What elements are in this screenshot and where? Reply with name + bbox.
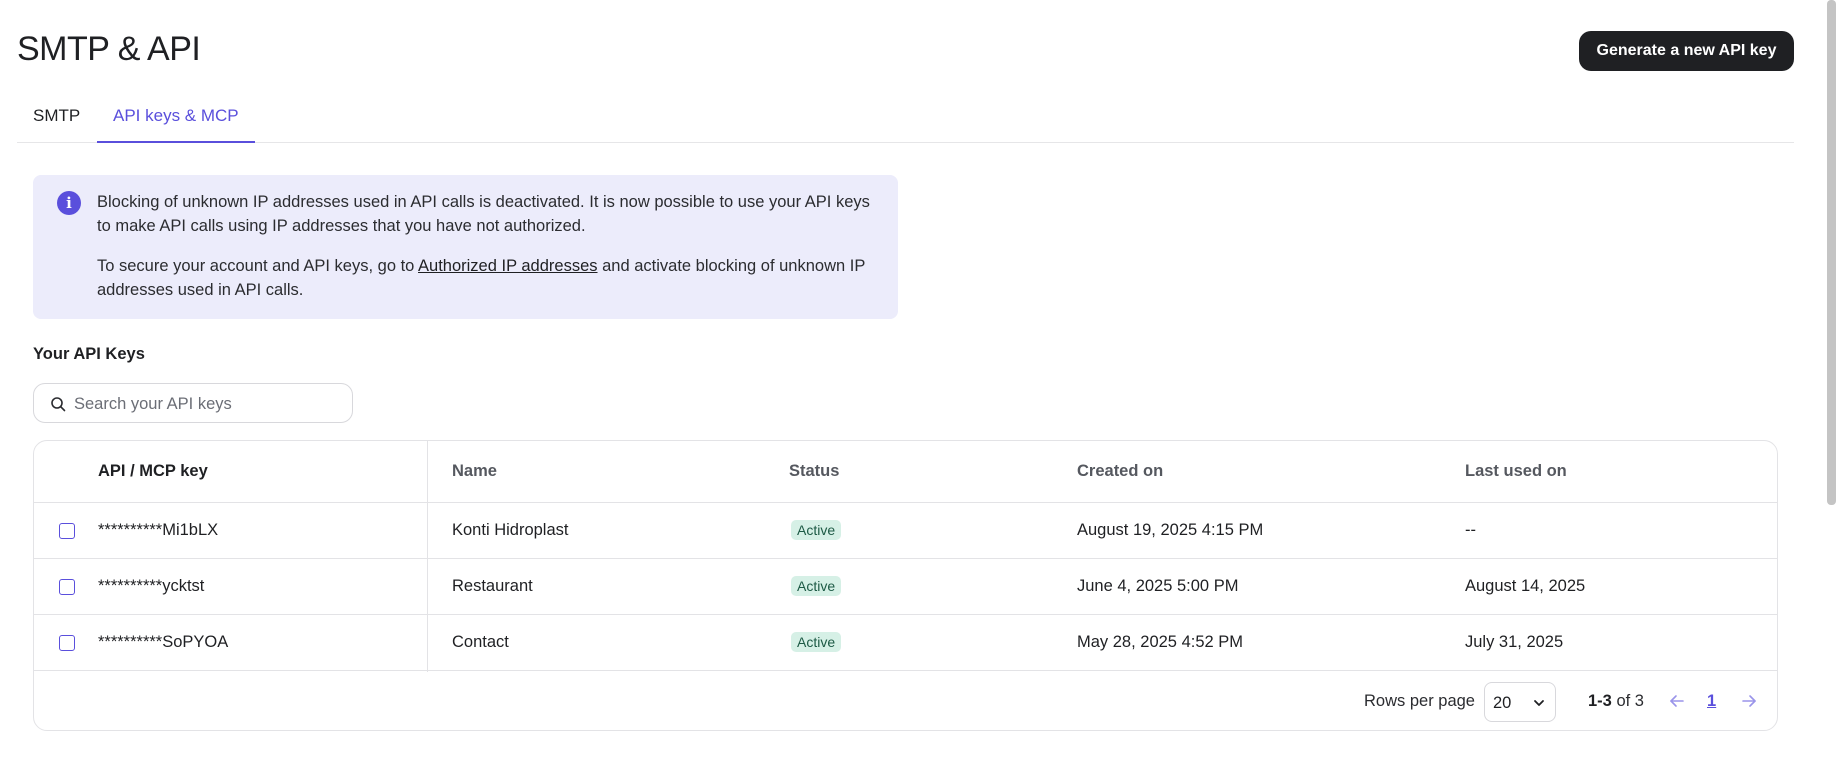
last-used-on: August 14, 2025: [1465, 577, 1586, 595]
page-number-current[interactable]: 1: [1707, 692, 1716, 711]
key-name: Konti Hidroplast: [452, 521, 569, 539]
arrow-left-icon[interactable]: [1668, 692, 1686, 710]
notice-action-text: To secure your account and API keys, go …: [97, 254, 887, 302]
tab-bar: SMTP API keys & MCP: [17, 94, 1794, 143]
row-checkbox[interactable]: [59, 579, 75, 595]
page-title: SMTP & API: [17, 30, 201, 68]
arrow-right-icon[interactable]: [1740, 692, 1758, 710]
chevron-down-icon: [1534, 700, 1544, 706]
column-header-key[interactable]: API / MCP key: [98, 462, 208, 481]
created-on: May 28, 2025 4:52 PM: [1077, 633, 1244, 651]
search-input[interactable]: [74, 390, 344, 418]
ip-blocking-notice: i Blocking of unknown IP addresses used …: [33, 175, 898, 319]
pagination: Rows per page 20 1-3 of 3 1: [34, 672, 1777, 730]
table-header: API / MCP key Name Status Created on Las…: [34, 441, 1777, 503]
search-icon: [51, 397, 66, 412]
last-used-on: July 31, 2025: [1465, 633, 1564, 651]
tab-smtp[interactable]: SMTP: [17, 106, 96, 143]
table-row[interactable]: **********Mi1bLX Konti Hidroplast Active…: [34, 503, 1777, 559]
api-key-value: **********ycktst: [98, 577, 205, 595]
page-range-value: 1-3: [1588, 692, 1612, 710]
last-used-on: --: [1465, 521, 1476, 539]
rows-per-page-label: Rows per page: [1364, 692, 1475, 710]
generate-api-key-button[interactable]: Generate a new API key: [1579, 31, 1794, 71]
info-icon: i: [57, 191, 81, 215]
authorized-ip-link[interactable]: Authorized IP addresses: [418, 257, 597, 275]
row-checkbox[interactable]: [59, 635, 75, 651]
column-header-created[interactable]: Created on: [1077, 462, 1163, 481]
rows-per-page-select[interactable]: 20: [1484, 682, 1556, 722]
column-header-status[interactable]: Status: [789, 462, 839, 481]
rows-per-page-value: 20: [1493, 694, 1512, 712]
table-row[interactable]: **********ycktst Restaurant Active June …: [34, 559, 1777, 615]
column-header-name[interactable]: Name: [452, 462, 497, 481]
notice-text: Blocking of unknown IP addresses used in…: [97, 193, 870, 235]
page-total: of 3: [1616, 692, 1644, 710]
table-row[interactable]: **********SoPYOA Contact Active May 28, …: [34, 615, 1777, 671]
status-badge: Active: [791, 520, 842, 540]
search-box: [33, 383, 353, 423]
key-name: Contact: [452, 633, 509, 651]
status-badge: Active: [791, 632, 842, 652]
page-scrollbar[interactable]: [1827, 0, 1836, 505]
api-key-value: **********Mi1bLX: [98, 521, 219, 539]
created-on: June 4, 2025 5:00 PM: [1077, 577, 1239, 595]
notice-text-before: To secure your account and API keys, go …: [97, 257, 419, 275]
created-on: August 19, 2025 4:15 PM: [1077, 521, 1264, 539]
api-keys-table: API / MCP key Name Status Created on Las…: [33, 440, 1778, 731]
tab-api-keys-mcp[interactable]: API keys & MCP: [97, 106, 255, 143]
page-range: 1-3 of 3: [1588, 692, 1644, 711]
api-key-value: **********SoPYOA: [98, 633, 229, 651]
status-badge: Active: [791, 576, 842, 596]
section-title: Your API Keys: [33, 345, 145, 363]
column-header-last-used[interactable]: Last used on: [1465, 462, 1567, 481]
row-checkbox[interactable]: [59, 523, 75, 539]
key-name: Restaurant: [452, 577, 533, 595]
